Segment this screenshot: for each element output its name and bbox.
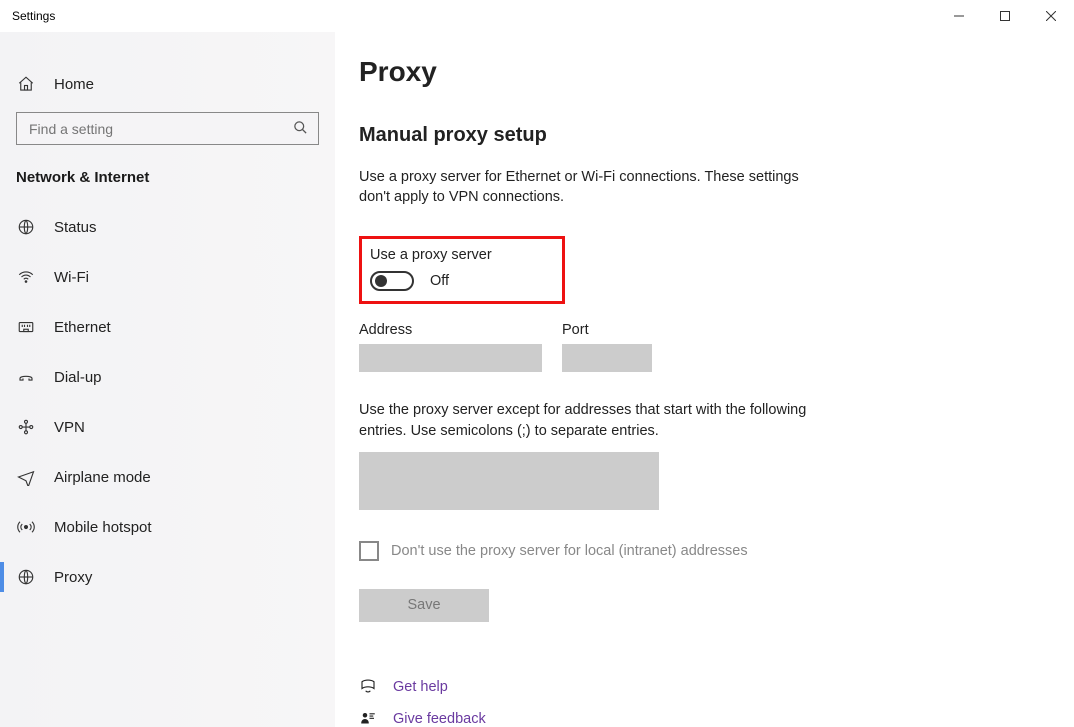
feedback-icon xyxy=(359,710,377,727)
section-title: Manual proxy setup xyxy=(359,124,1046,147)
help-link-row: Get help xyxy=(359,678,1046,696)
sidebar-item-proxy[interactable]: Proxy xyxy=(0,552,335,602)
ethernet-icon xyxy=(16,318,36,336)
sidebar-home[interactable]: Home xyxy=(0,64,335,104)
toggle-knob xyxy=(375,275,387,287)
local-bypass-label: Don't use the proxy server for local (in… xyxy=(391,543,748,559)
port-input[interactable] xyxy=(562,344,652,372)
feedback-link[interactable]: Give feedback xyxy=(393,711,486,727)
help-icon xyxy=(359,678,377,696)
search-wrap xyxy=(0,104,335,145)
sidebar-item-label: Airplane mode xyxy=(54,469,151,486)
save-button[interactable]: Save xyxy=(359,589,489,622)
address-port-row: Address Port xyxy=(359,322,1046,372)
feedback-link-row: Give feedback xyxy=(359,710,1046,727)
address-label: Address xyxy=(359,322,542,338)
proxy-toggle-label: Use a proxy server xyxy=(370,247,492,263)
footer-links: Get help Give feedback xyxy=(359,678,1046,727)
page-title: Proxy xyxy=(359,56,1046,88)
sidebar-item-ethernet[interactable]: Ethernet xyxy=(0,302,335,352)
search-icon xyxy=(293,120,308,138)
port-field: Port xyxy=(562,322,652,372)
sidebar-item-status[interactable]: Status xyxy=(0,202,335,252)
window-title: Settings xyxy=(12,9,55,23)
sidebar-item-label: Ethernet xyxy=(54,319,111,336)
local-bypass-checkbox[interactable] xyxy=(359,541,379,561)
port-label: Port xyxy=(562,322,652,338)
search-box[interactable] xyxy=(16,112,319,145)
exceptions-input[interactable] xyxy=(359,452,659,510)
settings-window: Settings Home xyxy=(0,0,1074,727)
airplane-icon xyxy=(16,468,36,486)
sidebar: Home Network & Internet Status xyxy=(0,32,335,727)
proxy-toggle-state: Off xyxy=(430,273,449,289)
proxy-toggle-row: Off xyxy=(370,271,492,291)
exceptions-description: Use the proxy server except for addresse… xyxy=(359,400,829,442)
sidebar-item-vpn[interactable]: VPN xyxy=(0,402,335,452)
sidebar-item-label: Dial-up xyxy=(54,369,102,386)
main-content: Proxy Manual proxy setup Use a proxy ser… xyxy=(335,32,1074,727)
address-input[interactable] xyxy=(359,344,542,372)
sidebar-item-label: Mobile hotspot xyxy=(54,519,152,536)
local-bypass-row: Don't use the proxy server for local (in… xyxy=(359,541,1046,561)
sidebar-home-label: Home xyxy=(54,76,94,93)
sidebar-nav: Status Wi-Fi Ethernet xyxy=(0,198,335,602)
maximize-button[interactable] xyxy=(982,0,1028,32)
window-controls xyxy=(936,0,1074,32)
search-input[interactable] xyxy=(27,120,284,138)
help-link[interactable]: Get help xyxy=(393,679,448,695)
section-description: Use a proxy server for Ethernet or Wi-Fi… xyxy=(359,167,799,208)
highlight-box: Use a proxy server Off xyxy=(359,236,565,304)
proxy-toggle[interactable] xyxy=(370,271,414,291)
sidebar-item-hotspot[interactable]: Mobile hotspot xyxy=(0,502,335,552)
sidebar-item-label: Proxy xyxy=(54,569,92,586)
minimize-button[interactable] xyxy=(936,0,982,32)
sidebar-item-label: Status xyxy=(54,219,97,236)
proxy-icon xyxy=(16,568,36,586)
vpn-icon xyxy=(16,418,36,436)
home-icon xyxy=(16,75,36,93)
sidebar-category: Network & Internet xyxy=(0,145,335,198)
sidebar-item-label: Wi-Fi xyxy=(54,269,89,286)
sidebar-item-dialup[interactable]: Dial-up xyxy=(0,352,335,402)
window-body: Home Network & Internet Status xyxy=(0,32,1074,727)
hotspot-icon xyxy=(16,518,36,536)
address-field: Address xyxy=(359,322,542,372)
close-button[interactable] xyxy=(1028,0,1074,32)
titlebar: Settings xyxy=(0,0,1074,32)
dialup-icon xyxy=(16,368,36,386)
sidebar-item-airplane[interactable]: Airplane mode xyxy=(0,452,335,502)
status-icon xyxy=(16,218,36,236)
sidebar-item-label: VPN xyxy=(54,419,85,436)
wifi-icon xyxy=(16,268,36,286)
sidebar-item-wifi[interactable]: Wi-Fi xyxy=(0,252,335,302)
